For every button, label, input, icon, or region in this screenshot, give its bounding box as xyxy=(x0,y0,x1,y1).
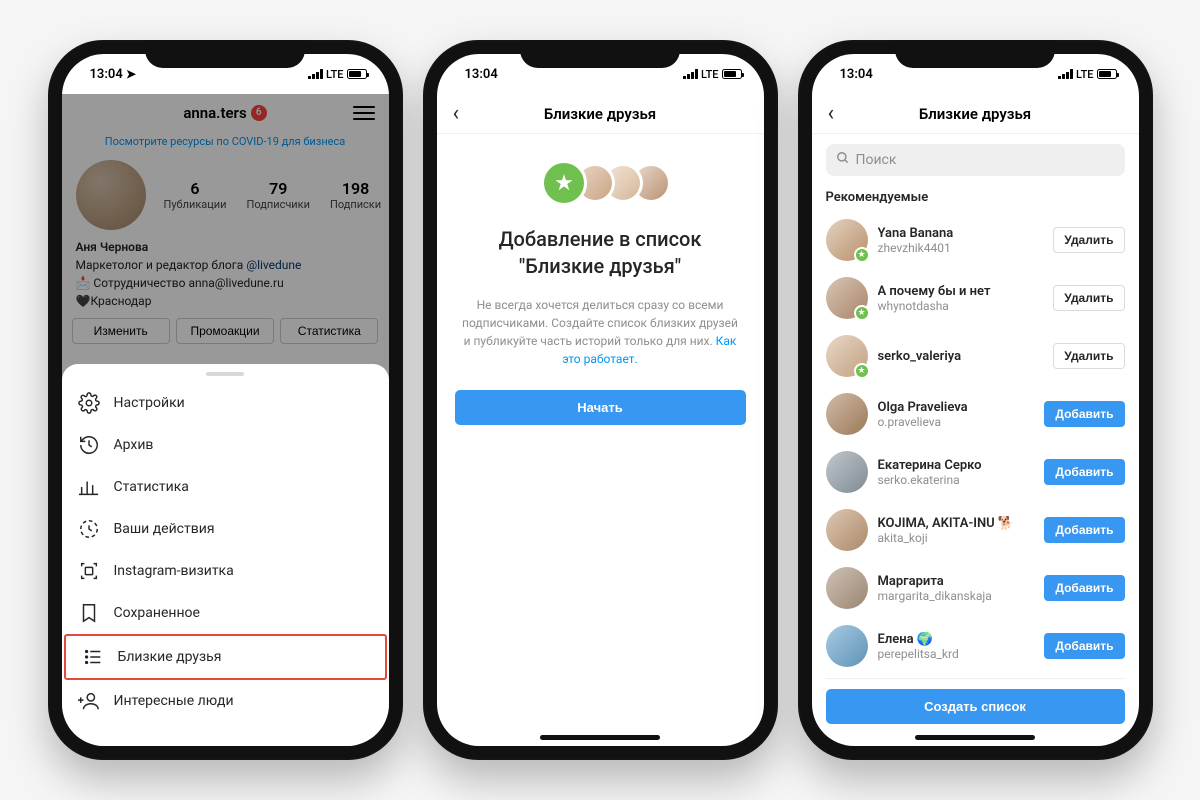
chart-icon xyxy=(78,476,100,498)
username: margarita_dikanskaja xyxy=(878,589,1035,603)
user-name[interactable]: serko_valeriya xyxy=(878,349,1044,364)
avatar[interactable] xyxy=(826,451,868,493)
signal-icon xyxy=(308,69,323,79)
user-name[interactable]: Елена 🌍 xyxy=(878,632,1035,647)
menu-label: Ваши действия xyxy=(114,521,215,537)
adduser-icon xyxy=(78,690,100,712)
friends-avatar-row: ★ xyxy=(541,160,659,206)
signal-icon xyxy=(1058,69,1073,79)
intro-description: Не всегда хочется делиться сразу со всем… xyxy=(455,296,746,368)
username: akita_koji xyxy=(878,531,1035,545)
activity-icon xyxy=(78,518,100,540)
menu-label: Сохраненное xyxy=(114,605,200,621)
bookmark-icon xyxy=(78,602,100,624)
home-indicator[interactable] xyxy=(915,735,1035,740)
avatar[interactable]: ★ xyxy=(826,335,868,377)
menu-label: Статистика xyxy=(114,479,189,495)
avatar[interactable] xyxy=(826,567,868,609)
menu-label: Архив xyxy=(114,437,154,453)
location-icon: ➤ xyxy=(126,67,136,81)
avatar[interactable]: ★ xyxy=(826,277,868,319)
search-input[interactable]: Поиск xyxy=(826,144,1125,176)
menu-item-gear[interactable]: Настройки xyxy=(62,382,389,424)
username: whynotdasha xyxy=(878,299,1044,313)
user-name[interactable]: Маргарита xyxy=(878,574,1035,589)
battery-icon xyxy=(347,69,367,79)
user-name[interactable]: Екатерина Серко xyxy=(878,458,1035,473)
user-row: ★ А почему бы и нетwhynotdasha Удалить xyxy=(826,269,1125,327)
menu-item-clock[interactable]: Архив xyxy=(62,424,389,466)
remove-button[interactable]: Удалить xyxy=(1053,285,1124,311)
user-row: Екатерина Серкоserko.ekaterina Добавить xyxy=(826,443,1125,501)
back-icon[interactable]: ‹ xyxy=(824,99,839,129)
menu-item-chart[interactable]: Статистика xyxy=(62,466,389,508)
menu-item-bookmark[interactable]: Сохраненное xyxy=(62,592,389,634)
username: perepelitsa_krd xyxy=(878,647,1035,661)
phone-close-friends-list: 13:04 LTE ‹ Близкие друзья Поиск Рекомен… xyxy=(798,40,1153,760)
menu-item-list[interactable]: Близкие друзья xyxy=(64,634,387,680)
avatar[interactable]: ★ xyxy=(826,219,868,261)
gear-icon xyxy=(78,392,100,414)
phone-profile-menu: 13:04 ➤ LTE anna.ters6 Посмотрите ресурс… xyxy=(48,40,403,760)
close-friend-badge-icon: ★ xyxy=(854,305,870,321)
menu-label: Настройки xyxy=(114,395,185,411)
user-name[interactable]: Yana Banana xyxy=(878,226,1044,241)
menu-item-adduser[interactable]: Интересные люди xyxy=(62,680,389,722)
user-row: Елена 🌍perepelitsa_krd Добавить xyxy=(826,617,1125,675)
menu-label: Интересные люди xyxy=(114,693,234,709)
menu-item-qr[interactable]: Instagram-визитка xyxy=(62,550,389,592)
sheet-grip[interactable] xyxy=(206,372,244,376)
nav-bar: ‹ Близкие друзья xyxy=(812,94,1139,134)
avatar[interactable] xyxy=(826,509,868,551)
clock-icon xyxy=(78,434,100,456)
star-icon: ★ xyxy=(541,160,587,206)
avatar[interactable] xyxy=(826,393,868,435)
user-row: KOJIMA, AKITA-INU 🐕akita_koji Добавить xyxy=(826,501,1125,559)
add-button[interactable]: Добавить xyxy=(1044,517,1124,543)
add-button[interactable]: Добавить xyxy=(1044,459,1124,485)
user-row: ★ serko_valeriya Удалить xyxy=(826,327,1125,385)
action-sheet: Настройки Архив Статистика Ваши действия Ins… xyxy=(62,364,389,746)
battery-icon xyxy=(1097,69,1117,79)
nav-title: Близкие друзья xyxy=(544,105,656,123)
section-recommended: Рекомендуемые xyxy=(826,176,1125,211)
add-button[interactable]: Добавить xyxy=(1044,401,1124,427)
user-row: Маргаритаmargarita_dikanskaja Добавить xyxy=(826,559,1125,617)
qr-icon xyxy=(78,560,100,582)
start-button[interactable]: Начать xyxy=(455,390,746,425)
back-icon[interactable]: ‹ xyxy=(449,99,464,129)
username: zhevzhik4401 xyxy=(878,241,1044,255)
intro-heading: Добавление в список "Близкие друзья" xyxy=(455,226,746,280)
battery-icon xyxy=(722,69,742,79)
close-friend-badge-icon: ★ xyxy=(854,247,870,263)
signal-icon xyxy=(683,69,698,79)
user-row: ★ Yana Bananazhevzhik4401 Удалить xyxy=(826,211,1125,269)
add-button[interactable]: Добавить xyxy=(1044,575,1124,601)
list-icon xyxy=(82,646,104,668)
home-indicator[interactable] xyxy=(540,735,660,740)
avatar[interactable] xyxy=(826,625,868,667)
create-list-button[interactable]: Создать список xyxy=(826,689,1125,724)
nav-bar: ‹ Близкие друзья xyxy=(437,94,764,134)
menu-item-activity[interactable]: Ваши действия xyxy=(62,508,389,550)
user-name[interactable]: KOJIMA, AKITA-INU 🐕 xyxy=(878,516,1035,531)
username: o.pravelieva xyxy=(878,415,1035,429)
menu-label: Instagram-визитка xyxy=(114,563,234,579)
remove-button[interactable]: Удалить xyxy=(1053,343,1124,369)
user-name[interactable]: А почему бы и нет xyxy=(878,284,1044,299)
remove-button[interactable]: Удалить xyxy=(1053,227,1124,253)
username: serko.ekaterina xyxy=(878,473,1035,487)
search-icon xyxy=(836,151,850,169)
user-row: Olga Pravelievao.pravelieva Добавить xyxy=(826,385,1125,443)
add-button[interactable]: Добавить xyxy=(1044,633,1124,659)
menu-label: Близкие друзья xyxy=(118,649,222,665)
close-friend-badge-icon: ★ xyxy=(854,363,870,379)
phone-close-friends-intro: 13:04 LTE ‹ Близкие друзья ★ Добавление … xyxy=(423,40,778,760)
nav-title: Близкие друзья xyxy=(919,105,1031,123)
user-name[interactable]: Olga Pravelieva xyxy=(878,400,1035,415)
